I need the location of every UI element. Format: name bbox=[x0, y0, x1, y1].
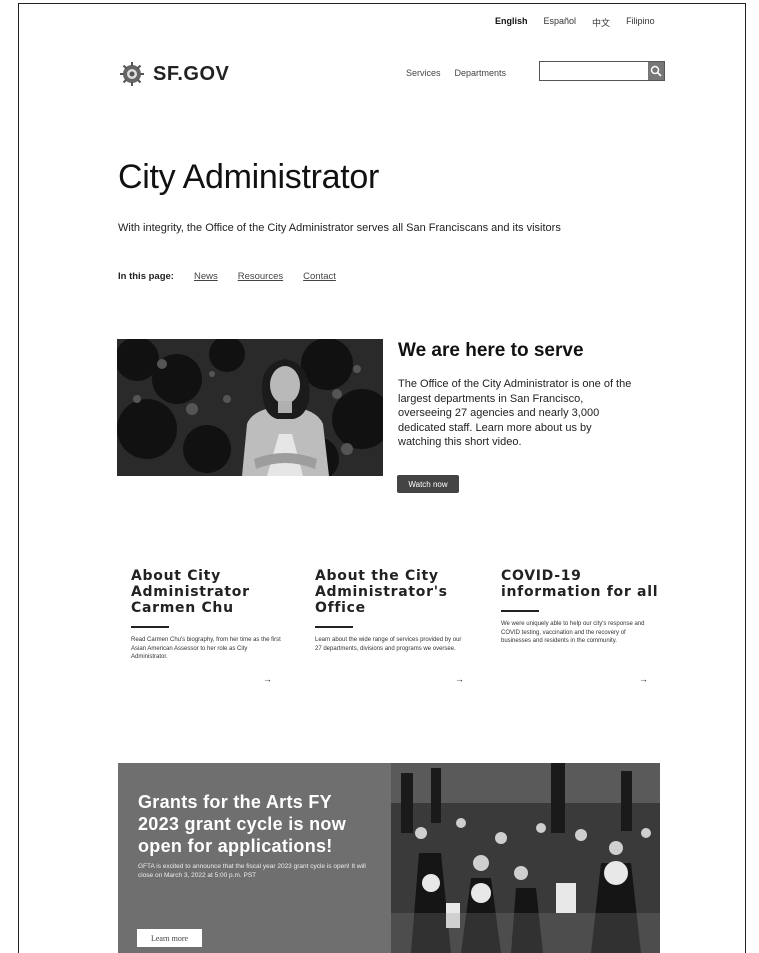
card-title-line: information for all bbox=[501, 584, 659, 600]
learn-more-button[interactable]: Learn more bbox=[137, 929, 202, 947]
grants-title: Grants for the Arts FY 2023 grant cycle … bbox=[138, 792, 346, 856]
card-about-office[interactable]: About the City Administrator's Office Le… bbox=[315, 568, 475, 684]
card-title-line: About the City bbox=[315, 568, 439, 584]
hero-body: The Office of the City Administrator is … bbox=[398, 378, 632, 448]
card-divider bbox=[501, 610, 539, 612]
in-this-page-label: In this page: bbox=[118, 271, 174, 282]
logo-text: SF.GOV bbox=[153, 62, 230, 85]
grants-banner-photo bbox=[391, 763, 660, 953]
language-english[interactable]: English bbox=[495, 16, 528, 29]
site-logo[interactable]: SF.GOV bbox=[119, 61, 229, 87]
card-body: Learn about the wide range of services p… bbox=[315, 637, 462, 652]
in-page-link-news[interactable]: News bbox=[194, 271, 218, 282]
header-nav: Services Departments bbox=[406, 68, 506, 78]
card-covid-19[interactable]: COVID-19 information for all We were uni… bbox=[501, 568, 661, 684]
card-body: Read Carmen Chu's biography, from her ti… bbox=[131, 637, 281, 660]
arrow-right-icon[interactable]: → bbox=[639, 674, 648, 684]
card-title-line: About City bbox=[131, 568, 221, 584]
in-page-link-resources[interactable]: Resources bbox=[238, 271, 283, 282]
card-title: About City Administrator Carmen Chu bbox=[131, 568, 291, 616]
nav-departments[interactable]: Departments bbox=[455, 68, 507, 78]
search-box bbox=[539, 61, 665, 81]
language-bar: English Español 中文 Filipino bbox=[495, 16, 655, 29]
hero-photo bbox=[117, 339, 383, 476]
in-this-page-nav: In this page: News Resources Contact bbox=[118, 271, 336, 282]
nav-services[interactable]: Services bbox=[406, 68, 441, 78]
hero-heading: We are here to serve bbox=[398, 340, 584, 361]
language-chinese[interactable]: 中文 bbox=[592, 16, 610, 29]
card-title-line: Office bbox=[315, 600, 366, 616]
card-title-line: COVID-19 bbox=[501, 568, 582, 584]
card-about-carmen-chu[interactable]: About City Administrator Carmen Chu Read… bbox=[131, 568, 291, 684]
city-seal-icon bbox=[120, 62, 144, 86]
page-lede: With integrity, the Office of the City A… bbox=[118, 222, 561, 234]
card-title-line: Administrator's bbox=[315, 584, 448, 600]
arrow-right-icon[interactable]: → bbox=[455, 674, 464, 684]
card-divider bbox=[131, 626, 169, 628]
arrow-right-icon[interactable]: → bbox=[263, 674, 272, 684]
in-page-link-contact[interactable]: Contact bbox=[303, 271, 336, 282]
search-input[interactable] bbox=[540, 62, 648, 80]
card-title-line: Carmen Chu bbox=[131, 600, 234, 616]
search-button[interactable] bbox=[648, 62, 664, 80]
search-icon bbox=[650, 65, 662, 77]
language-spanish[interactable]: Español bbox=[544, 16, 577, 29]
card-divider bbox=[315, 626, 353, 628]
card-body: We were uniquely able to help our city's… bbox=[501, 621, 645, 644]
card-title-line: Administrator bbox=[131, 584, 250, 600]
card-title: About the City Administrator's Office bbox=[315, 568, 475, 616]
page-title: City Administrator bbox=[118, 158, 380, 196]
grants-body: GFTA is excited to announce that the fis… bbox=[138, 863, 366, 879]
language-filipino[interactable]: Filipino bbox=[626, 16, 655, 29]
watch-now-button[interactable]: Watch now bbox=[397, 475, 459, 493]
card-title: COVID-19 information for all bbox=[501, 568, 661, 600]
